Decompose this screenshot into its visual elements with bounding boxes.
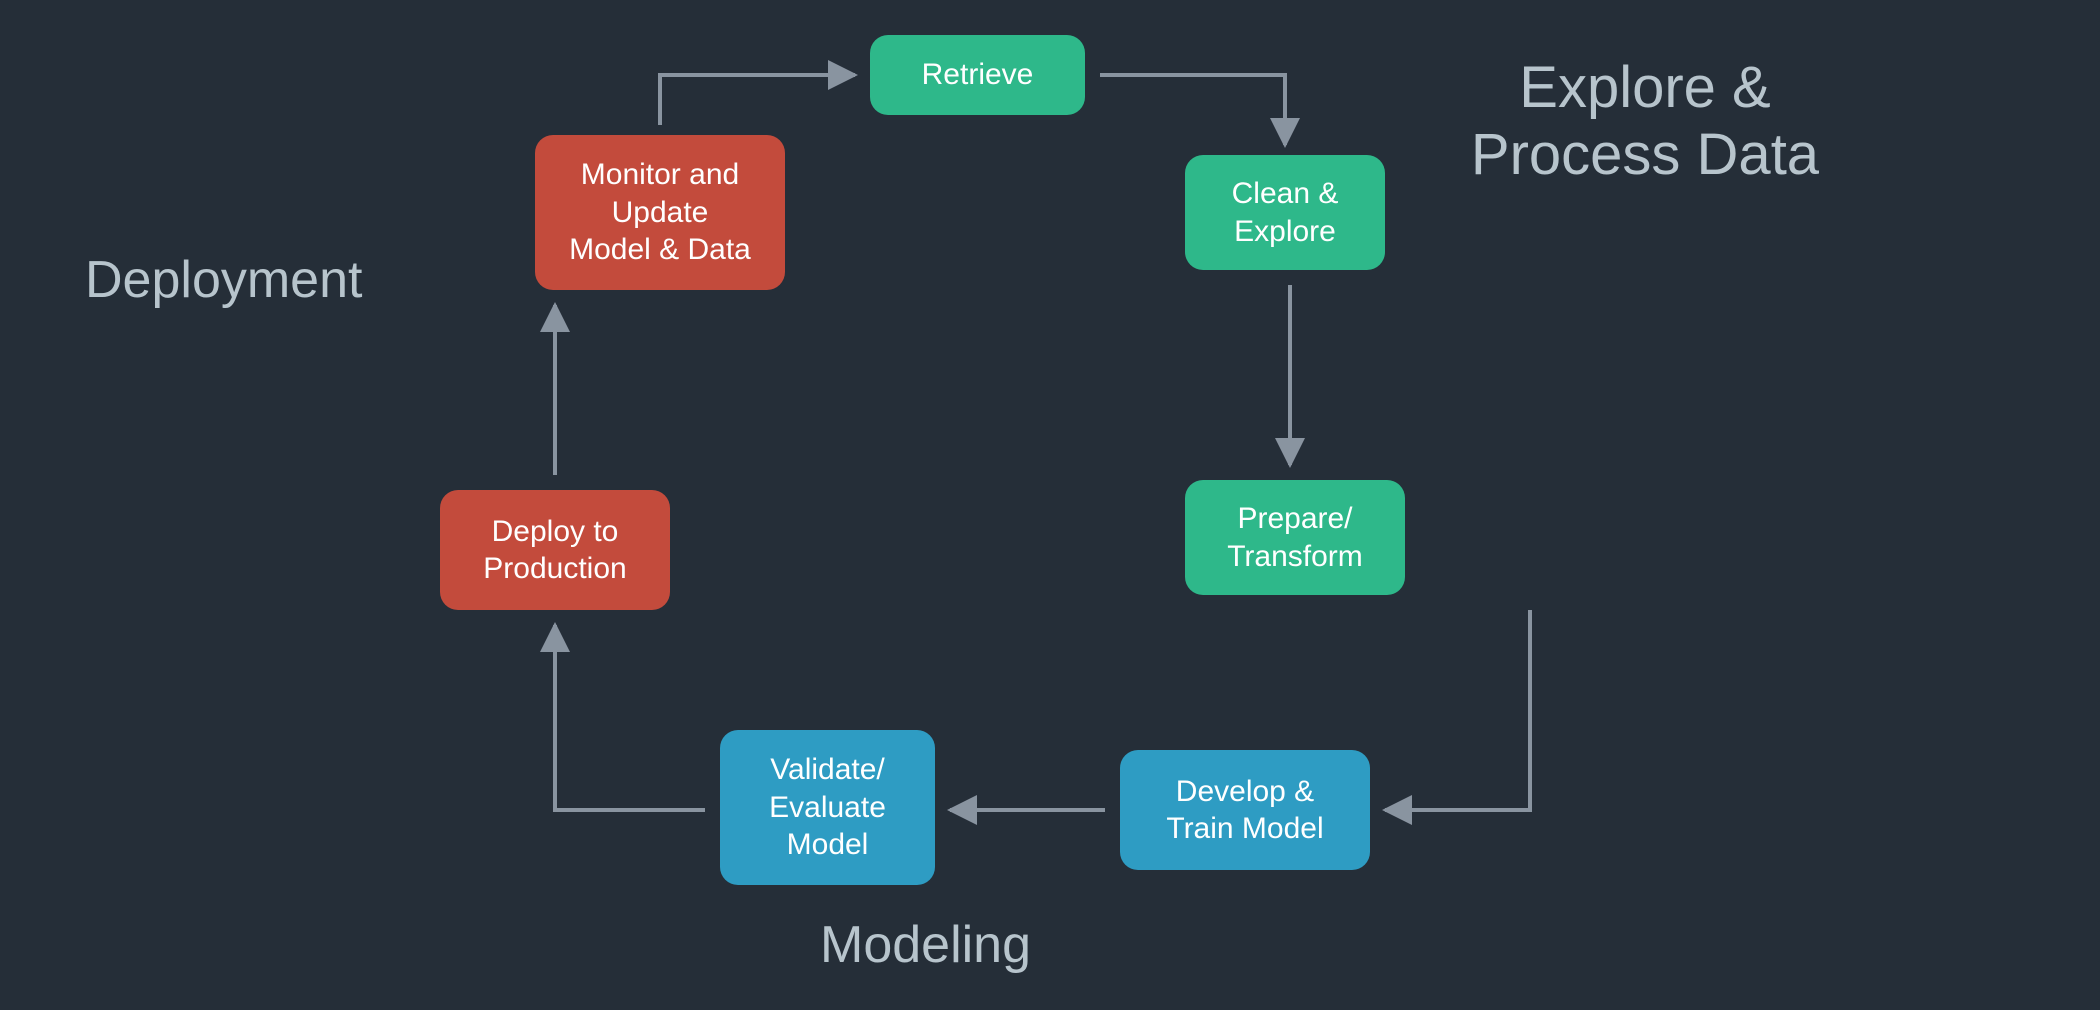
diagram-stage: Explore &Process Data Modeling Deploymen… xyxy=(0,0,2100,1010)
arrow-retrieve-to-clean xyxy=(1100,75,1285,145)
node-prepare-transform: Prepare/Transform xyxy=(1185,480,1405,595)
node-clean-explore: Clean &Explore xyxy=(1185,155,1385,270)
arrow-monitor-to-retrieve xyxy=(660,75,855,125)
arrow-validate-to-deploy xyxy=(555,625,705,810)
node-develop-train: Develop &Train Model xyxy=(1120,750,1370,870)
node-monitor-update: Monitor andUpdateModel & Data xyxy=(535,135,785,290)
section-label-modeling: Modeling xyxy=(820,915,1031,975)
node-deploy-production: Deploy toProduction xyxy=(440,490,670,610)
section-label-explore: Explore &Process Data xyxy=(1415,55,1875,188)
section-label-deployment: Deployment xyxy=(85,250,362,310)
node-validate-evaluate: Validate/EvaluateModel xyxy=(720,730,935,885)
node-retrieve: Retrieve xyxy=(870,35,1085,115)
arrow-prepare-to-develop xyxy=(1385,610,1530,810)
